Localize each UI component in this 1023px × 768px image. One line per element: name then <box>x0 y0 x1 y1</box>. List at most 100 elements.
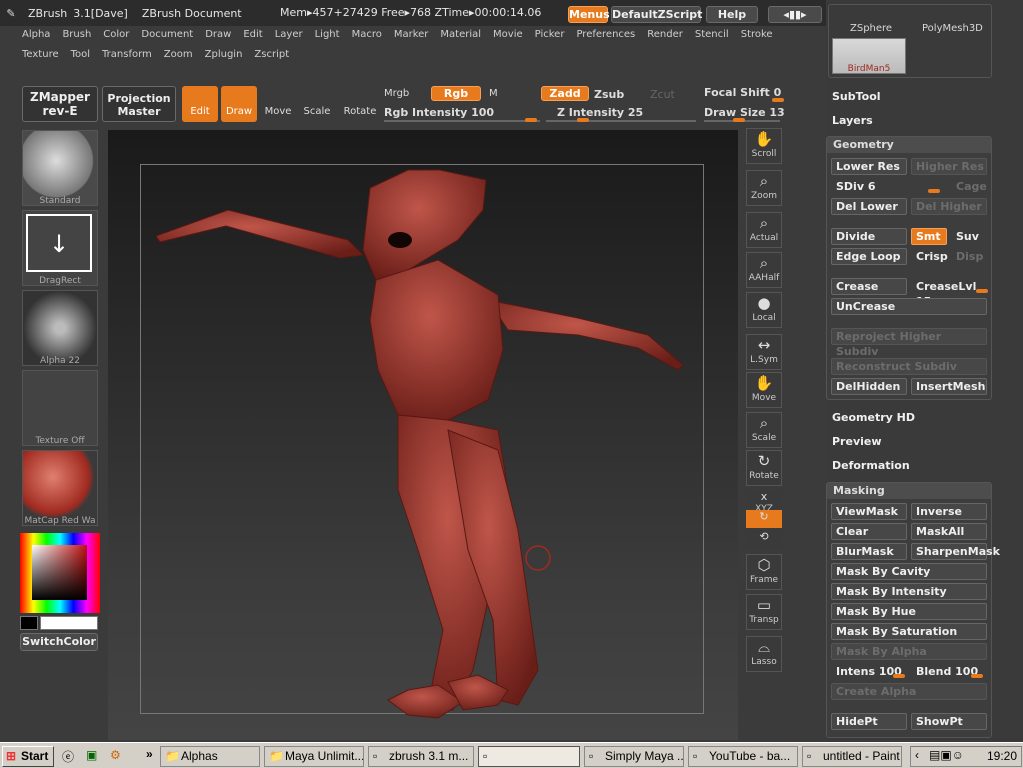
color-picker-square[interactable] <box>32 545 87 600</box>
showpt-button[interactable]: ShowPt <box>911 713 987 730</box>
viewmask-button[interactable]: ViewMask <box>831 503 907 520</box>
rgb-button[interactable]: Rgb <box>431 86 481 101</box>
texture-thumb[interactable] <box>22 370 98 446</box>
menu-picker[interactable]: Picker <box>535 29 565 40</box>
z-intensity-knob[interactable] <box>577 118 589 122</box>
draw-size-slider[interactable]: Draw Size 13 <box>704 106 785 119</box>
rotate-tool-button[interactable]: Rotate <box>342 86 378 122</box>
hidept-button[interactable]: HidePt <box>831 713 907 730</box>
tool-scroll-button[interactable]: ✋ Scroll <box>746 128 782 164</box>
start-button[interactable]: ⊞ Start <box>2 746 54 767</box>
tool-actual-button[interactable]: ⌕ Actual <box>746 212 782 248</box>
menu-transform[interactable]: Transform <box>102 49 152 60</box>
crease-button[interactable]: Crease <box>831 278 907 295</box>
scale-tool-button[interactable]: Scale <box>300 86 334 122</box>
zsphere-tool-label[interactable]: ZSphere <box>850 23 892 34</box>
preview-section[interactable]: Preview <box>832 435 882 448</box>
zmapper-button[interactable]: ZMapper rev-E <box>22 86 98 122</box>
tool-move-button[interactable]: ✋ Move <box>746 372 782 408</box>
clear-button[interactable]: Clear <box>831 523 907 540</box>
uncrease-button[interactable]: UnCrease <box>831 298 987 315</box>
more-quicklaunch-icon[interactable]: » <box>146 747 153 761</box>
taskbar-item[interactable]: 📁 Maya Unlimit... <box>264 746 364 767</box>
subtool-section[interactable]: SubTool <box>832 90 881 103</box>
inverse-button[interactable]: Inverse <box>911 503 987 520</box>
creaselvl-button[interactable]: CreaseLvl 15 <box>911 278 987 308</box>
delhidden-button[interactable]: DelHidden <box>831 378 907 395</box>
edge-loop-button[interactable]: Edge Loop <box>831 248 907 265</box>
dragrect-stroke-thumb[interactable]: ↓ <box>22 210 98 286</box>
menu-layer[interactable]: Layer <box>275 29 303 40</box>
draw-size-knob[interactable] <box>733 118 745 122</box>
palette-slider-knob[interactable] <box>976 289 988 293</box>
create-alpha-button[interactable]: Create Alpha <box>831 683 987 700</box>
tool-frame-button[interactable]: ⬡ Frame <box>746 554 782 590</box>
insertmesh-button[interactable]: InsertMesh <box>911 378 987 395</box>
mask-intensity-button[interactable]: Mask By Intensity <box>831 583 987 600</box>
focal-shift-knob[interactable] <box>772 98 784 102</box>
tray-apps-icon[interactable]: ▤▣☺ <box>929 748 964 762</box>
standard-brush-thumb[interactable] <box>22 130 98 206</box>
menu-alpha[interactable]: Alpha <box>22 29 50 40</box>
taskbar-item[interactable]: ▫ zbrush 3.1 m... <box>368 746 474 767</box>
palette-slider-knob[interactable] <box>928 189 940 193</box>
help-button[interactable]: Help <box>706 6 758 23</box>
reconstruct-button[interactable]: Reconstruct Subdiv <box>831 358 987 375</box>
tool-aahalf-button[interactable]: ⌕ AAHalf <box>746 252 782 288</box>
menu-brush[interactable]: Brush <box>62 29 91 40</box>
main-color-swatch[interactable] <box>40 616 98 630</box>
taskbar-item[interactable]: ▫ YouTube - ba... <box>688 746 798 767</box>
suv-button[interactable]: Suv <box>951 228 987 245</box>
menu-material[interactable]: Material <box>440 29 481 40</box>
mrgb-button[interactable]: Mrgb <box>384 88 409 99</box>
menu-movie[interactable]: Movie <box>493 29 523 40</box>
move-tool-button[interactable]: Move <box>262 86 294 122</box>
tool-local-button[interactable]: ● Local <box>746 292 782 328</box>
menu-draw[interactable]: Draw <box>205 29 231 40</box>
layers-section[interactable]: Layers <box>832 114 873 127</box>
focal-shift-slider[interactable]: Focal Shift 0 <box>704 86 781 99</box>
projection-master-button[interactable]: Projection Master <box>102 86 176 122</box>
divide-button[interactable]: Divide <box>831 228 907 245</box>
tool-rotate-button[interactable]: ↻ Rotate <box>746 450 782 486</box>
mask-alpha-button[interactable]: Mask By Alpha <box>831 643 987 660</box>
menu-zoom[interactable]: Zoom <box>164 49 193 60</box>
tool-rotate-z-button[interactable]: ⟲ <box>746 530 782 548</box>
mask-saturation-button[interactable]: Mask By Saturation <box>831 623 987 640</box>
menu-color[interactable]: Color <box>103 29 129 40</box>
switch-color-button[interactable]: SwitchColor <box>20 633 98 651</box>
menu-zscript[interactable]: Zscript <box>254 49 289 60</box>
menu-document[interactable]: Document <box>141 29 193 40</box>
m-button[interactable]: M <box>489 88 498 99</box>
rgb-intensity-slider[interactable]: Rgb Intensity 100 <box>384 106 494 119</box>
default-zscript-button[interactable]: DefaultZScript <box>611 6 702 23</box>
birdman-tool-thumb[interactable]: BirdMan5 <box>832 38 906 74</box>
z-intensity-slider[interactable]: Z Intensity 25 <box>557 106 643 119</box>
taskbar-item[interactable]: ▫ Simply Maya ... <box>584 746 684 767</box>
masking-header[interactable]: Masking <box>827 483 991 499</box>
taskbar-item[interactable]: ▫ <box>478 746 580 767</box>
canvas-viewport[interactable] <box>108 130 738 740</box>
del-higher-button[interactable]: Del Higher <box>911 198 987 215</box>
disp-button[interactable]: Disp <box>951 248 987 265</box>
tool-zoom-button[interactable]: ⌕ Zoom <box>746 170 782 206</box>
geometry-header[interactable]: Geometry <box>827 137 991 153</box>
deformation-section[interactable]: Deformation <box>832 459 910 472</box>
material-thumb[interactable] <box>22 450 98 526</box>
menu-light[interactable]: Light <box>315 29 340 40</box>
blurmask-button[interactable]: BlurMask <box>831 543 907 560</box>
cage-button[interactable]: Cage <box>951 178 987 195</box>
menu-tool[interactable]: Tool <box>71 49 90 60</box>
rgb-intensity-knob[interactable] <box>525 118 537 122</box>
crisp-button[interactable]: Crisp <box>911 248 948 265</box>
del-lower-button[interactable]: Del Lower <box>831 198 907 215</box>
edit-mode-button[interactable]: Edit <box>182 86 218 122</box>
zadd-button[interactable]: Zadd <box>541 86 589 101</box>
menu-stroke[interactable]: Stroke <box>741 29 773 40</box>
maskall-button[interactable]: MaskAll <box>911 523 987 540</box>
tool-xyz-button[interactable]: x XYZ <box>746 490 782 514</box>
menu-texture[interactable]: Texture <box>22 49 59 60</box>
tool-scale-button[interactable]: ⌕ Scale <box>746 412 782 448</box>
palette-scroll-icon[interactable]: ◂▮▮▸ <box>768 6 822 23</box>
menu-edit[interactable]: Edit <box>243 29 262 40</box>
